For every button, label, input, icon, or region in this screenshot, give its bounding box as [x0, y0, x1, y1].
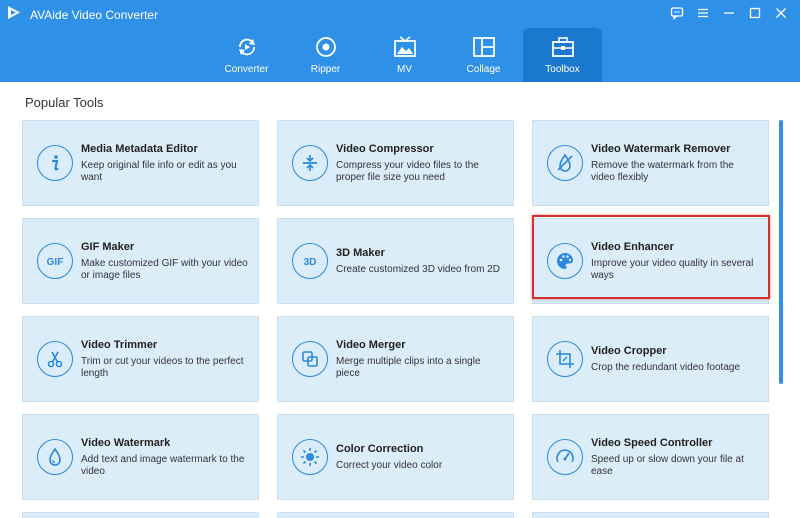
maximize-button[interactable] [746, 5, 764, 21]
collage-icon [472, 37, 495, 57]
tool-title: Video Cropper [591, 345, 667, 357]
tab-collage[interactable]: Collage [444, 28, 523, 82]
tab-mv[interactable]: MV [365, 28, 444, 82]
tool-title: Video Watermark [81, 437, 171, 449]
tool-desc: Speed up or slow down your file at ease [591, 454, 744, 477]
tab-collage-label: Collage [466, 64, 501, 75]
gif-icon: GIF [37, 243, 73, 279]
3d-icon: 3D [292, 243, 328, 279]
tab-toolbox[interactable]: Toolbox [523, 28, 602, 82]
tool-title: Video Trimmer [81, 339, 158, 351]
merge-icon [292, 341, 328, 377]
minimize-button[interactable] [720, 5, 738, 21]
tool-title: Color Correction [336, 443, 424, 455]
tool-title: Video Merger [336, 339, 406, 351]
tool-card-video-enhancer[interactable]: Video Enhancer Improve your video qualit… [532, 218, 769, 304]
tool-card-partial[interactable] [22, 512, 259, 518]
tool-card-video-merger[interactable]: Video Merger Merge multiple clips into a… [277, 316, 514, 402]
converter-icon [238, 38, 255, 56]
tool-title: Video Enhancer [591, 241, 674, 253]
tool-title: Media Metadata Editor [81, 143, 198, 155]
tab-mv-label: MV [397, 64, 412, 75]
tool-desc: Improve your video quality in several wa… [591, 258, 754, 281]
sun-icon [292, 439, 328, 475]
tool-card-partial[interactable] [277, 512, 514, 518]
tool-card-video-compressor[interactable]: Video Compressor Compress your video fil… [277, 120, 514, 206]
tool-desc: Remove the watermark from the video flex… [591, 160, 734, 183]
main-tabs: Converter Ripper MV Collage Toolbox [207, 28, 602, 82]
menu-icon [698, 8, 708, 18]
tool-desc: Trim or cut your videos to the perfect l… [81, 356, 244, 379]
app-logo-icon [8, 6, 20, 19]
tool-card-video-watermark-remover[interactable]: Video Watermark Remover Remove the water… [532, 120, 769, 206]
tool-card-video-trimmer[interactable]: Video Trimmer Trim or cut your videos to… [22, 316, 259, 402]
title-bar: AVAide Video Converter Converter Ripper [0, 0, 800, 82]
tool-desc: Correct your video color [336, 460, 443, 471]
tab-ripper[interactable]: Ripper [286, 28, 365, 82]
ripper-icon [315, 37, 336, 57]
watermark-remove-icon [547, 145, 583, 181]
tab-converter[interactable]: Converter [207, 28, 286, 82]
tool-title: Video Compressor [336, 143, 434, 155]
minimize-icon [724, 12, 734, 14]
menu-button[interactable] [694, 5, 712, 21]
tool-desc: Compress your video files to the proper … [336, 160, 479, 183]
mv-icon [393, 36, 416, 57]
tool-card-partial[interactable] [532, 512, 769, 518]
tool-card-media-metadata-editor[interactable]: Media Metadata Editor Keep original file… [22, 120, 259, 206]
scrollbar-thumb[interactable] [779, 120, 783, 384]
scissors-icon [37, 341, 73, 377]
tool-card-gif-maker[interactable]: GIF GIF Maker Make customized GIF with y… [22, 218, 259, 304]
tool-card-color-correction[interactable]: Color Correction Correct your video colo… [277, 414, 514, 500]
tool-title: 3D Maker [336, 247, 385, 259]
tool-title: Video Speed Controller [591, 437, 713, 449]
tab-converter-label: Converter [224, 64, 269, 75]
close-icon [776, 8, 786, 18]
compress-icon [292, 145, 328, 181]
tool-card-3d-maker[interactable]: 3D 3D Maker Create customized 3D video f… [277, 218, 514, 304]
tool-title: GIF Maker [81, 241, 135, 253]
drop-icon [37, 439, 73, 475]
section-title: Popular Tools [25, 95, 104, 110]
info-icon [37, 145, 73, 181]
tool-desc: Add text and image watermark to the vide… [81, 454, 245, 477]
window-controls [668, 5, 790, 21]
feedback-icon [670, 7, 684, 20]
tool-card-video-speed-controller[interactable]: Video Speed Controller Speed up or slow … [532, 414, 769, 500]
tool-desc: Crop the redundant video footage [591, 362, 740, 373]
svg-text:GIF: GIF [47, 257, 64, 268]
tool-card-video-watermark[interactable]: Video Watermark Add text and image water… [22, 414, 259, 500]
app-title: AVAide Video Converter [30, 8, 159, 22]
feedback-button[interactable] [668, 5, 686, 21]
maximize-icon [749, 7, 761, 19]
tool-card-video-cropper[interactable]: Video Cropper Crop the redundant video f… [532, 316, 769, 402]
palette-icon [547, 243, 583, 279]
tab-ripper-label: Ripper [310, 64, 341, 75]
close-button[interactable] [772, 5, 790, 21]
speed-icon [547, 439, 583, 475]
tab-toolbox-label: Toolbox [545, 64, 580, 75]
tool-desc: Make customized GIF with your video or i… [81, 258, 248, 281]
tool-desc: Keep original file info or edit as you w… [81, 160, 237, 183]
toolbox-icon [551, 37, 574, 57]
svg-text:3D: 3D [304, 257, 317, 268]
tool-desc: Create customized 3D video from 2D [336, 264, 500, 275]
tool-title: Video Watermark Remover [591, 143, 731, 155]
crop-icon [547, 341, 583, 377]
tool-desc: Merge multiple clips into a single piece [336, 356, 481, 379]
